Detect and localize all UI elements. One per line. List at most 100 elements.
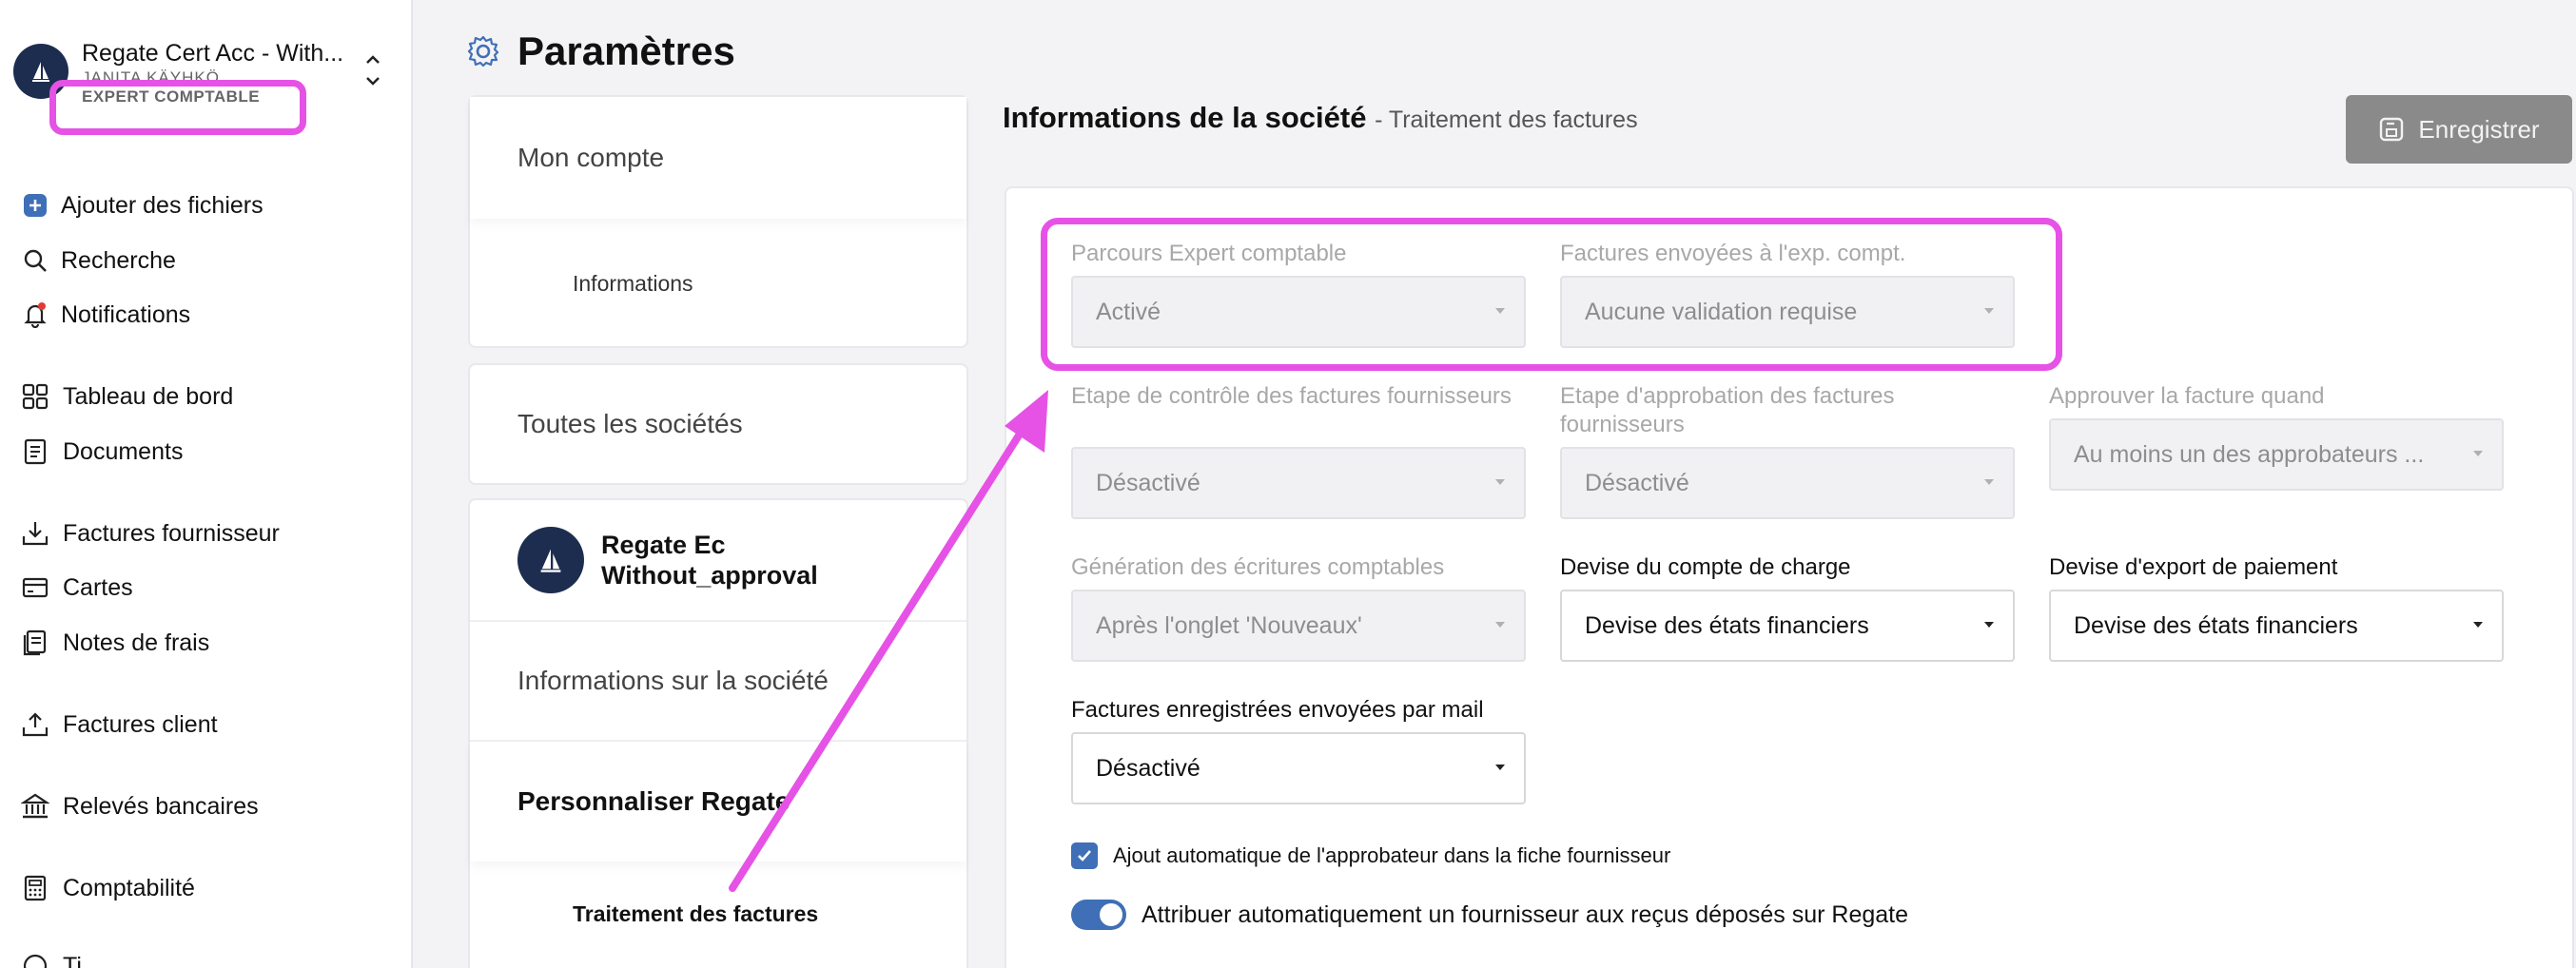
approbation-select[interactable]: Désactivé [1560, 447, 2015, 519]
menu-company[interactable]: Regate Ec Without_approval [470, 500, 966, 622]
menu-traitement-label: Traitement des factures [573, 900, 819, 926]
sidebar-item-label: Factures fournisseur [63, 519, 280, 547]
devise-charge-label: Devise du compte de charge [1560, 554, 1851, 580]
approuver-select[interactable]: Au moins un des approbateurs ... [2049, 418, 2504, 491]
sidebar-item-cartes[interactable]: Cartes [21, 569, 133, 607]
caret-down-icon [2473, 622, 2483, 628]
sidebar-item-label: Comptabilité [63, 874, 195, 901]
auto-supplier-toggle[interactable] [1071, 900, 1126, 930]
menu-personnaliser-label: Personnaliser Regate [517, 786, 790, 816]
highlight-annotation-box [1041, 218, 2062, 371]
menu-toutes-societes[interactable]: Toutes les sociétés [470, 365, 966, 483]
toggle-knob [1100, 903, 1122, 926]
sidebar-item-releves-bancaires[interactable]: Relevés bancaires [21, 787, 259, 825]
caret-down-icon [1495, 765, 1505, 770]
bell-icon [21, 300, 49, 329]
approuver-label: Approuver la facture quand [2049, 383, 2325, 409]
upload-tray-icon [21, 710, 49, 739]
sidebar-item-documents[interactable]: Documents [21, 433, 183, 471]
page-header: Paramètres [466, 23, 735, 80]
approbation-label: Etape d'approbation des factures fournis… [1560, 383, 1895, 437]
company-name: Regate Ec Without_approval [601, 531, 818, 590]
sidebar-item-comptabilite[interactable]: Comptabilité [21, 869, 195, 907]
menu-mon-compte-label: Mon compte [517, 143, 665, 172]
sidebar-item-factures-client[interactable]: Factures client [21, 706, 218, 744]
menu-infos-societe-label: Informations sur la société [517, 666, 829, 695]
sidebar-item-label: Notifications [61, 300, 191, 328]
sidebar-item-notifications[interactable]: Notifications [21, 296, 190, 334]
auto-approver-label: Ajout automatique de l'approbateur dans … [1113, 843, 1671, 867]
controle-value: Désactivé [1096, 469, 1200, 496]
save-icon [2380, 117, 2404, 142]
sidebar-item-recherche[interactable]: Recherche [21, 242, 176, 280]
sidebar-item-label: Ti... [63, 952, 102, 968]
caret-down-icon [1984, 479, 1994, 485]
company-avatar [517, 527, 584, 593]
caret-down-icon [1495, 622, 1505, 628]
mail-value: Désactivé [1096, 754, 1200, 782]
menu-informations-label: Informations [573, 270, 693, 296]
approbation-value: Désactivé [1585, 469, 1689, 496]
chevron-up-down-icon[interactable] [361, 49, 384, 93]
menu-informations[interactable]: Informations [470, 219, 966, 348]
sail-logo-icon [540, 549, 561, 572]
check-icon [1078, 850, 1091, 862]
sidebar-item-label: Notes de frais [63, 629, 210, 656]
sidebar-item-notes-de-frais[interactable]: Notes de frais [21, 624, 209, 662]
search-icon [21, 246, 49, 275]
mail-label: Factures enregistrées envoyées par mail [1071, 697, 1484, 723]
plus-square-icon [21, 191, 49, 220]
grid-icon [21, 382, 49, 411]
menu-card-mon-compte: Mon compte Informations [468, 95, 968, 348]
controle-select[interactable]: Désactivé [1071, 447, 1526, 519]
generation-value: Après l'onglet 'Nouveaux' [1096, 611, 1362, 639]
sidebar-item-tableau-de-bord[interactable]: Tableau de bord [21, 378, 233, 416]
sidebar: Regate Cert Acc - With... JANITA KÄYHKÖ … [0, 0, 413, 968]
devise-paiement-value: Devise des états financiers [2074, 611, 2358, 639]
devise-charge-value: Devise des états financiers [1585, 611, 1869, 639]
sidebar-item-label: Cartes [63, 573, 133, 601]
auto-approver-checkbox[interactable] [1071, 842, 1098, 869]
devise-charge-select[interactable]: Devise des états financiers [1560, 590, 2015, 662]
generation-select[interactable]: Après l'onglet 'Nouveaux' [1071, 590, 1526, 662]
auto-supplier-label: Attribuer automatiquement un fournisseur… [1142, 900, 1909, 928]
auto-supplier-row[interactable]: Attribuer automatiquement un fournisseur… [1071, 900, 1908, 930]
sidebar-item-label: Relevés bancaires [63, 792, 259, 820]
menu-personnaliser[interactable]: Personnaliser Regate [470, 742, 966, 862]
gear-icon [467, 35, 499, 68]
sidebar-item-factures-fournisseur[interactable]: Factures fournisseur [21, 514, 280, 552]
sidebar-item-truncated[interactable]: Ti... [21, 947, 102, 968]
highlight-annotation-role [49, 80, 306, 135]
menu-card-toutes-societes: Toutes les sociétés [468, 363, 968, 485]
bank-icon [21, 792, 49, 821]
sidebar-item-label: Documents [63, 437, 184, 465]
menu-toutes-societes-label: Toutes les sociétés [517, 409, 743, 438]
section-subtitle: - Traitement des factures [1375, 106, 1638, 133]
mail-select[interactable]: Désactivé [1071, 732, 1526, 804]
devise-paiement-select[interactable]: Devise des états financiers [2049, 590, 2504, 662]
download-tray-icon [21, 519, 49, 548]
org-name: Regate Cert Acc - With... [82, 40, 344, 67]
controle-label: Etape de contrôle des factures fournisse… [1071, 383, 1512, 409]
card-icon [21, 573, 49, 602]
generation-label: Génération des écritures comptables [1071, 554, 1445, 580]
sidebar-item-label: Tableau de bord [63, 382, 234, 410]
more-icon [21, 952, 49, 968]
sail-logo-icon [32, 62, 49, 82]
section-title-main: Informations de la société [1003, 101, 1367, 134]
sidebar-item-ajouter-fichiers[interactable]: Ajouter des fichiers [21, 186, 263, 224]
caret-down-icon [1495, 479, 1505, 485]
save-button-label: Enregistrer [2418, 114, 2540, 144]
receipt-icon [21, 629, 49, 657]
menu-infos-societe[interactable]: Informations sur la société [470, 622, 966, 742]
menu-traitement[interactable]: Traitement des factures [470, 871, 966, 957]
menu-mon-compte[interactable]: Mon compte [470, 97, 966, 219]
caret-down-icon [1984, 622, 1994, 628]
approuver-value: Au moins un des approbateurs ... [2074, 440, 2425, 468]
save-button[interactable]: Enregistrer [2346, 95, 2572, 164]
sidebar-item-label: Factures client [63, 710, 218, 738]
section-title: Informations de la société - Traitement … [1003, 101, 1638, 135]
auto-approver-row[interactable]: Ajout automatique de l'approbateur dans … [1071, 842, 1670, 869]
calculator-icon [21, 874, 49, 902]
caret-down-icon [2473, 451, 2483, 456]
